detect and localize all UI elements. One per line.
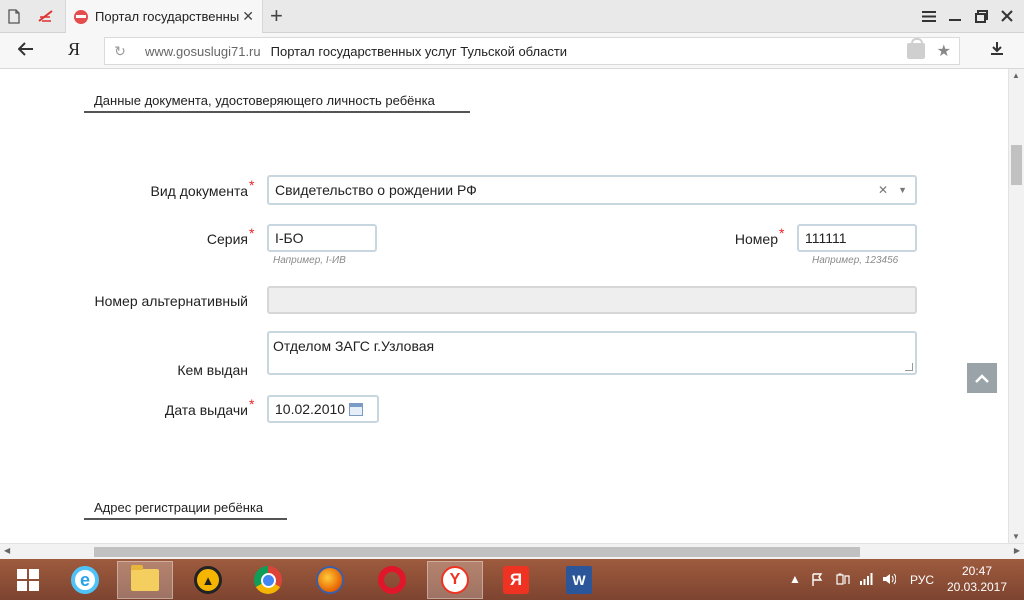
- tab-gosuslugi[interactable]: Портал государственны ✕: [65, 0, 263, 33]
- taskbar-aimp[interactable]: ▲: [180, 561, 236, 599]
- issue-date-label: Дата выдачи: [164, 402, 248, 418]
- number-label: Номер: [734, 231, 778, 247]
- chevron-down-icon[interactable]: ▼: [898, 185, 907, 195]
- taskbar-word[interactable]: W: [551, 561, 607, 599]
- taskbar-firefox[interactable]: [302, 561, 358, 599]
- section-title-document: Данные документа, удостоверяющего личнос…: [84, 89, 470, 113]
- scroll-right-icon[interactable]: ▶: [1014, 546, 1020, 555]
- page-content: Данные документа, удостоверяющего личнос…: [0, 69, 1008, 543]
- chrome-icon: [254, 566, 282, 594]
- doc-type-required-mark: *: [249, 177, 255, 193]
- minimize-icon[interactable]: [944, 6, 966, 26]
- doc-type-select[interactable]: Свидетельство о рождении РФ ✕ ▼: [267, 175, 917, 205]
- internet-explorer-icon: e: [71, 566, 99, 594]
- windows-logo-icon: [17, 569, 39, 591]
- pinned-tab-icon[interactable]: [36, 6, 56, 26]
- number-value: 111111: [805, 230, 847, 246]
- menu-icon[interactable]: [918, 6, 940, 26]
- issued-by-textarea[interactable]: Отделом ЗАГС г.Узловая: [267, 331, 917, 375]
- language-indicator[interactable]: РУС: [910, 559, 934, 600]
- new-tab-button[interactable]: +: [270, 4, 283, 28]
- number-required-mark: *: [779, 225, 785, 241]
- word-icon: W: [566, 566, 592, 594]
- start-button[interactable]: [0, 561, 56, 599]
- taskbar-clock[interactable]: 20:47 20.03.2017: [944, 563, 1010, 595]
- yandex-browser-icon: Y: [441, 566, 469, 594]
- volume-icon[interactable]: [882, 572, 896, 586]
- taskbar-yandex[interactable]: Я: [488, 561, 544, 599]
- series-input[interactable]: I-БО: [267, 224, 377, 252]
- series-label: Серия: [206, 231, 248, 247]
- vertical-scrollbar[interactable]: ▲ ▼: [1008, 69, 1024, 543]
- bookmark-star-icon[interactable]: ★: [937, 41, 951, 61]
- tab-title: Портал государственны: [95, 9, 240, 24]
- close-window-icon[interactable]: [996, 6, 1018, 26]
- reload-icon[interactable]: ↻: [105, 43, 135, 60]
- calendar-icon[interactable]: [349, 402, 364, 416]
- browser-tab-bar: Портал государственны ✕ +: [0, 0, 1024, 33]
- lock-icon[interactable]: [907, 38, 925, 59]
- network-signal-icon[interactable]: [859, 572, 873, 586]
- browser-nav-bar: Я ↻ www.gosuslugi71.ru Портал государств…: [0, 33, 1024, 69]
- address-domain: www.gosuslugi71.ru: [145, 43, 261, 59]
- taskbar-explorer[interactable]: [117, 561, 173, 599]
- firefox-icon: [316, 566, 344, 594]
- windows-taskbar: e ▲ Y Я W ▲ РУС 20:47 20.03.2017: [0, 559, 1024, 600]
- vertical-scroll-thumb[interactable]: [1011, 145, 1022, 185]
- resize-grip-icon[interactable]: [905, 363, 913, 371]
- action-center-flag-icon[interactable]: [810, 572, 824, 586]
- clock-date: 20.03.2017: [946, 580, 1008, 594]
- yandex-button[interactable]: Я: [68, 39, 80, 60]
- show-hidden-icons-icon[interactable]: ▲: [788, 572, 802, 586]
- number-input[interactable]: 111111: [797, 224, 917, 252]
- taskbar-chrome[interactable]: [240, 561, 296, 599]
- issue-date-input[interactable]: 10.02.2010: [267, 395, 379, 423]
- restore-icon[interactable]: [970, 6, 992, 26]
- issued-by-label: Кем выдан: [177, 362, 248, 378]
- clear-icon[interactable]: ✕: [878, 183, 888, 197]
- file-explorer-icon: [131, 565, 159, 591]
- gosuslugi-favicon-icon: [74, 9, 88, 24]
- issued-by-value: Отделом ЗАГС г.Узловая: [273, 338, 435, 354]
- tab-close-icon[interactable]: ✕: [242, 8, 254, 25]
- taskbar-yandex-browser[interactable]: Y: [427, 561, 483, 599]
- taskbar-ie[interactable]: e: [57, 561, 113, 599]
- scroll-down-icon[interactable]: ▼: [1012, 532, 1020, 541]
- page-icon[interactable]: [4, 6, 24, 26]
- issue-date-required-mark: *: [249, 396, 255, 412]
- scroll-up-icon[interactable]: ▲: [1012, 71, 1020, 80]
- issue-date-value: 10.02.2010: [275, 401, 346, 417]
- clock-time: 20:47: [961, 564, 993, 578]
- scroll-left-icon[interactable]: ◀: [4, 546, 10, 555]
- address-bar[interactable]: ↻ www.gosuslugi71.ru Портал государствен…: [104, 37, 960, 65]
- yandex-icon: Я: [503, 566, 529, 594]
- doc-type-label: Вид документа: [150, 183, 248, 199]
- series-value: I-БО: [275, 230, 304, 246]
- number-hint: Например, 123456: [812, 255, 899, 266]
- scroll-to-top-button[interactable]: [967, 363, 997, 393]
- opera-icon: [378, 566, 406, 594]
- download-icon[interactable]: [990, 41, 1004, 61]
- horizontal-scrollbar[interactable]: ◀ ▶: [0, 543, 1024, 559]
- battery-icon[interactable]: [836, 572, 850, 586]
- aimp-icon: ▲: [194, 566, 222, 594]
- address-page-title: Портал государственных услуг Тульской об…: [270, 43, 568, 59]
- doc-type-value: Свидетельство о рождении РФ: [275, 182, 477, 198]
- alt-number-input[interactable]: [267, 286, 917, 314]
- back-arrow-icon[interactable]: [17, 40, 34, 61]
- series-hint: Например, I-ИВ: [273, 255, 346, 266]
- alt-number-label: Номер альтернативный: [94, 293, 248, 309]
- section-title-address: Адрес регистрации ребёнка: [84, 496, 287, 520]
- series-required-mark: *: [249, 225, 255, 241]
- horizontal-scroll-thumb[interactable]: [94, 547, 860, 557]
- taskbar-opera[interactable]: [364, 561, 420, 599]
